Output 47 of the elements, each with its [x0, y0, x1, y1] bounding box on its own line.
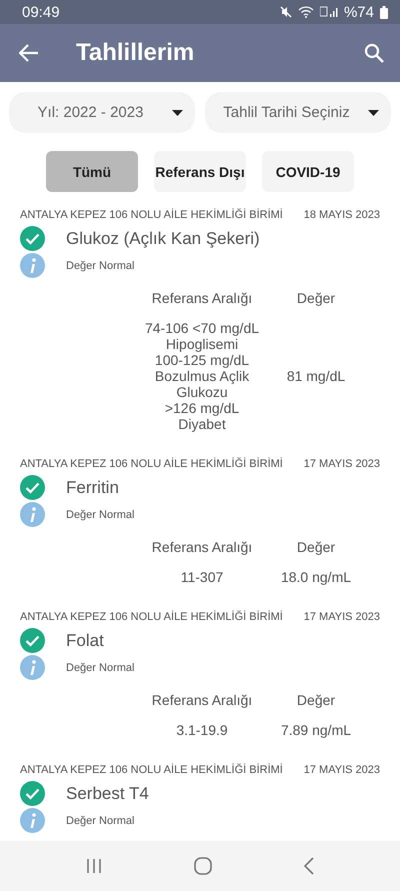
institution-name: ANTALYA KEPEZ 106 NOLU AİLE HEKİMLİĞİ BİRİMİ	[20, 209, 283, 221]
institution-name: ANTALYA KEPEZ 106 NOLU AİLE HEKİMLİĞİ BİRİMİ	[20, 611, 283, 623]
wifi-icon	[298, 6, 314, 18]
column-header: Referans Aralığı	[150, 539, 254, 555]
reference-range: 74-106 <70 mg/dL Hipoglisemi 100-125 mg/dL Bozulmus Açlik Glukozu >126 mg/dL Diyabet	[144, 320, 260, 432]
result-note: Değer Normal	[66, 662, 134, 674]
result-value: 18.0 ng/mL	[280, 569, 352, 585]
column-header: Değer	[296, 692, 336, 708]
column-header: Değer	[296, 290, 336, 306]
filter-tab[interactable]: COVID-19	[262, 151, 354, 192]
reference-range: 3.1-19.9	[175, 722, 229, 738]
test-name: Glukoz (Açlık Kan Şekeri)	[66, 228, 260, 248]
column-header: Referans Aralığı	[150, 692, 254, 708]
column-header: Değer	[296, 539, 336, 555]
caret-icon	[172, 110, 183, 116]
filter-tab[interactable]: Referans Dışı	[154, 151, 246, 192]
back-nav-button[interactable]	[304, 857, 314, 875]
mute-icon	[280, 6, 292, 18]
test-date: 17 MAYIS 2023	[304, 458, 380, 470]
time: 09:49	[22, 4, 60, 20]
dropdown[interactable]: Yıl: 2022 - 2023	[9, 92, 195, 133]
result-note: Değer Normal	[66, 508, 134, 520]
result-note: Değer Normal	[66, 814, 134, 826]
filter-tab[interactable]: Tümü	[46, 151, 138, 192]
dropdown[interactable]: Tahlil Tarihi Seçiniz	[205, 92, 391, 133]
test-date: 17 MAYIS 2023	[304, 611, 380, 623]
reference-range: 11-307	[180, 569, 224, 585]
screen-title: Tahlillerim	[76, 39, 196, 67]
test-date: 18 MAYIS 2023	[304, 209, 380, 221]
signal-icon	[320, 6, 338, 18]
test-name: Ferritin	[66, 478, 119, 498]
institution-name: ANTALYA KEPEZ 106 NOLU AİLE HEKİMLİĞİ BİRİMİ	[20, 764, 283, 776]
column-header: Referans Aralığı	[150, 290, 254, 306]
search-button[interactable]	[364, 43, 384, 63]
home-button[interactable]	[194, 857, 212, 875]
recent-apps-button[interactable]	[86, 858, 102, 874]
back-button[interactable]	[19, 44, 39, 62]
test-name: Folat	[66, 630, 104, 650]
result-note: Değer Normal	[66, 260, 134, 272]
result-value: 7.89 ng/mL	[280, 722, 352, 738]
test-name: Serbest T4	[66, 784, 149, 804]
institution-name: ANTALYA KEPEZ 106 NOLU AİLE HEKİMLİĞİ BİRİMİ	[20, 458, 283, 470]
test-date: 17 MAYIS 2023	[304, 764, 380, 776]
result-value: 81 mg/dL	[286, 368, 346, 384]
caret-icon	[368, 110, 379, 116]
battery-icon	[380, 6, 388, 18]
battery-level: %74	[344, 4, 374, 20]
